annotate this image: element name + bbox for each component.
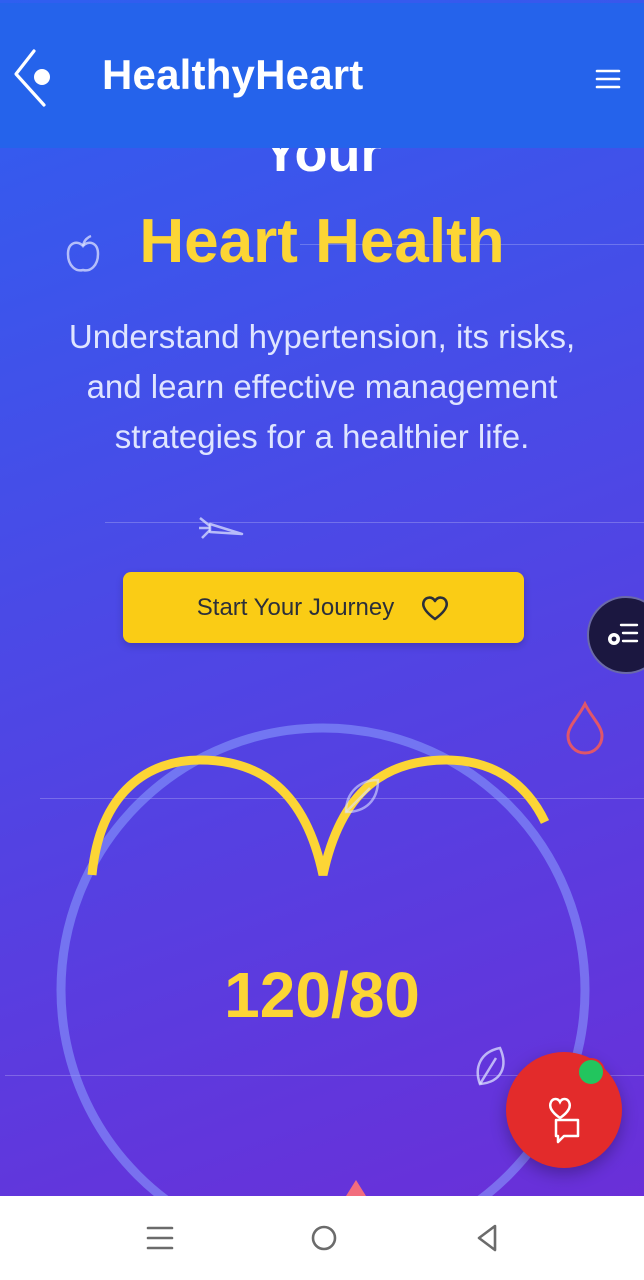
- start-journey-button[interactable]: Start Your Journey: [123, 572, 524, 643]
- online-status-dot: [577, 1058, 605, 1086]
- leaf-icon: [344, 778, 380, 814]
- hero-section: Your Heart Health Understand hypertensio…: [0, 0, 644, 1196]
- brand-title[interactable]: HealthyHeart: [102, 51, 364, 99]
- nav-home-icon[interactable]: [304, 1220, 344, 1256]
- nav-menu-icon[interactable]: [140, 1220, 180, 1256]
- nav-back-icon[interactable]: [468, 1220, 508, 1256]
- chat-heart-icon: [548, 1097, 580, 1144]
- grid-line: [105, 522, 644, 523]
- leaf-icon: [476, 1046, 505, 1086]
- heart-icon: [422, 595, 449, 620]
- blood-pressure-reading: 120/80: [224, 959, 420, 1031]
- carrot-icon: [199, 517, 244, 539]
- apple-icon: [66, 234, 100, 272]
- app-header: HealthyHeart: [0, 3, 644, 148]
- start-journey-label: Start Your Journey: [196, 593, 395, 621]
- hero-subtitle: Understand hypertension, its risks, and …: [68, 318, 576, 455]
- droplet-icon: [566, 700, 604, 755]
- back-icon[interactable]: [10, 47, 60, 109]
- filter-list-icon: [608, 623, 639, 645]
- menu-icon[interactable]: [594, 65, 622, 93]
- system-nav-bar: [0, 1196, 644, 1280]
